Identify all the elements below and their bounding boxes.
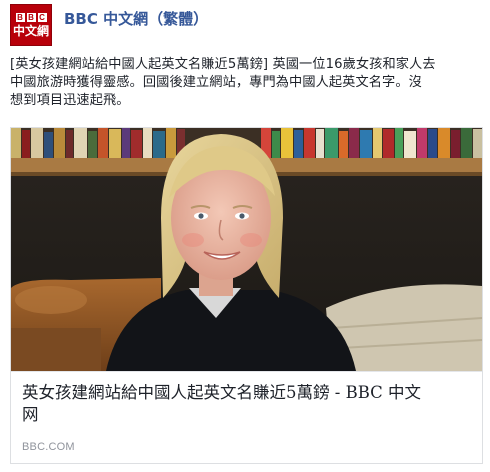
facebook-post: B B C 中文網 BBC 中文網（繁體） [英女孩建網站給中國人起英文名賺近5… [0, 0, 490, 472]
post-text-line: 中國旅游時獲得靈感。回國後建立網站，專門為中國人起英文名字。沒 [10, 75, 422, 90]
page-name-link[interactable]: BBC 中文網（繁體） [64, 8, 208, 29]
link-preview-caption[interactable]: 英女孩建網站給中國人起英文名賺近5萬鎊 - BBC 中文 网 BBC.COM [11, 371, 482, 463]
bbc-logo-letter: B [26, 12, 36, 22]
post-text-line: [英女孩建網站給中國人起英文名賺近5萬鎊] 英國一位16歲女孩和家人去 [10, 57, 436, 72]
bbc-logo: B B C [15, 12, 47, 22]
post-text: [英女孩建網站給中國人起英文名賺近5萬鎊] 英國一位16歲女孩和家人去 中國旅游… [10, 56, 482, 110]
link-preview-title[interactable]: 英女孩建網站給中國人起英文名賺近5萬鎊 - BBC 中文 网 [22, 382, 472, 426]
link-title-line: 英女孩建網站給中國人起英文名賺近5萬鎊 - BBC 中文 [22, 383, 421, 402]
link-title-line: 网 [22, 405, 39, 424]
bbc-logo-letter: B [15, 12, 25, 22]
link-preview-image[interactable] [11, 128, 482, 371]
photo-illustration [11, 128, 482, 371]
post-header: B B C 中文網 BBC 中文網（繁體） [10, 4, 480, 48]
avatar-label: 中文網 [12, 23, 49, 38]
link-domain: BBC.COM [22, 441, 75, 453]
link-preview-card[interactable]: 英女孩建網站給中國人起英文名賺近5萬鎊 - BBC 中文 网 BBC.COM [10, 127, 483, 464]
post-text-line: 想到項目迅速起飛。 [10, 93, 130, 108]
bbc-logo-letter: C [37, 12, 47, 22]
page-avatar[interactable]: B B C 中文網 [10, 4, 52, 46]
